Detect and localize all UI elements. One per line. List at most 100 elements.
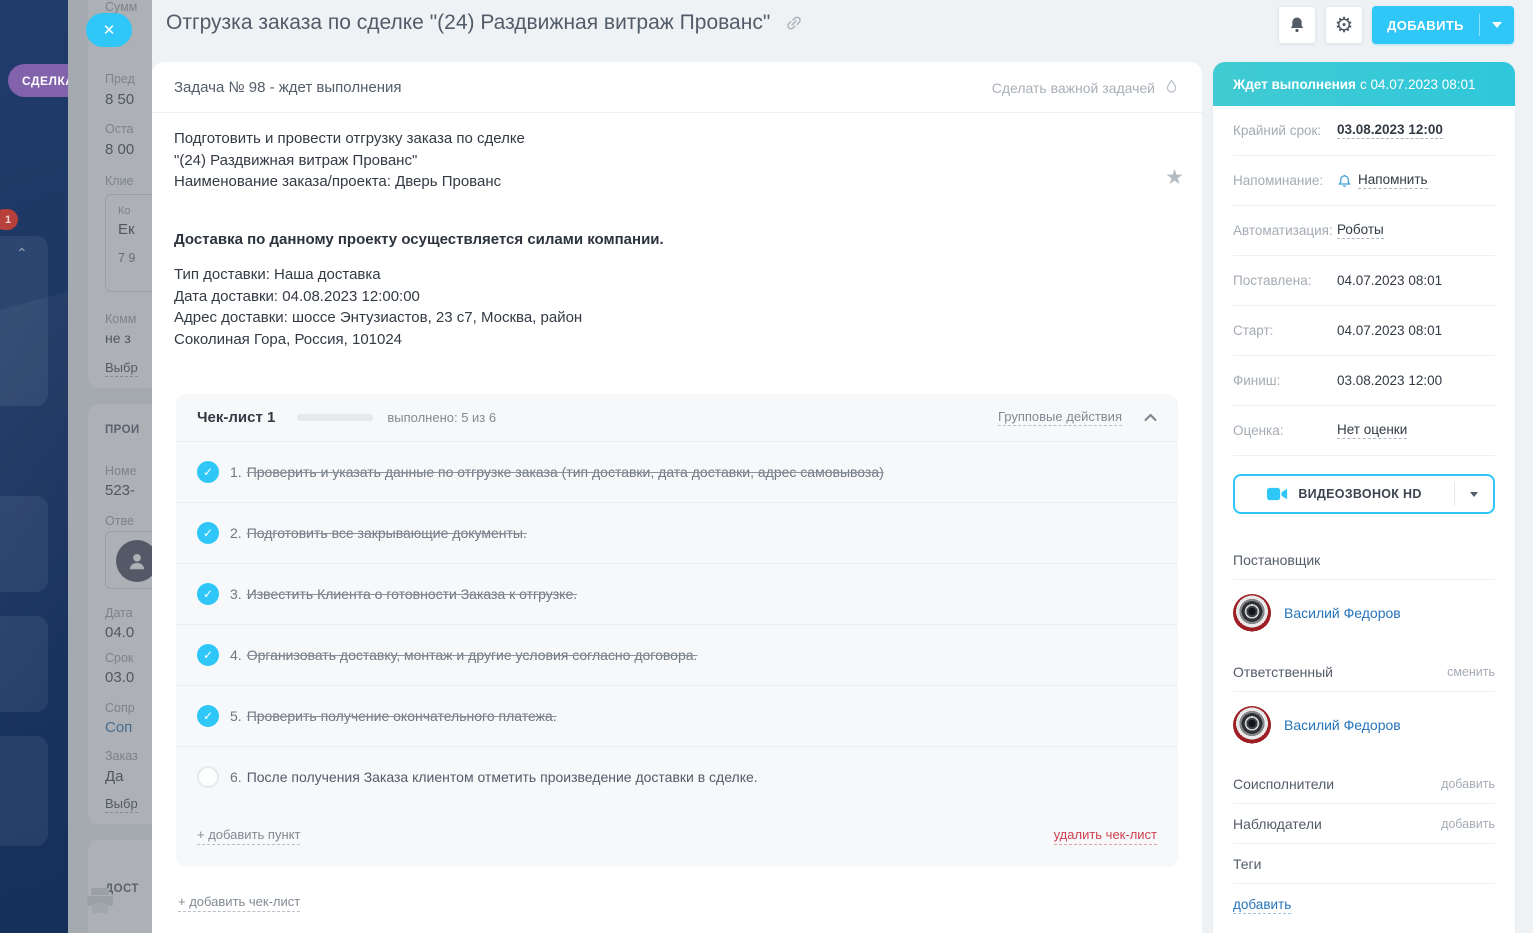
item-text[interactable]: Подготовить все закрывающие документы. <box>247 525 527 541</box>
description-line: Адрес доставки: шоссе Энтузиастов, 23 с7… <box>174 309 583 348</box>
checkbox-unchecked-icon[interactable] <box>197 766 219 788</box>
favorite-star-icon[interactable]: ★ <box>1165 165 1184 190</box>
tags-section-header: Теги <box>1233 844 1495 884</box>
ghost-panel <box>0 736 48 846</box>
chevron-up-icon[interactable]: ⌃ <box>16 245 28 262</box>
video-camera-icon <box>1267 487 1288 501</box>
start-label: Старт: <box>1233 323 1274 338</box>
reminder-value[interactable]: Напомнить <box>1358 172 1428 189</box>
checkbox-checked-icon[interactable]: ✓ <box>197 644 219 666</box>
checklist-item: 6. После получения Заказа клиентом отмет… <box>176 746 1178 807</box>
responsible-name[interactable]: Василий Федоров <box>1284 717 1401 733</box>
people-sections: Постановщик Василий Федоров Ответственны… <box>1213 514 1515 914</box>
chevron-down-icon <box>1470 491 1478 497</box>
video-call-caret[interactable] <box>1455 491 1493 497</box>
checklist-done-count: выполнено: 5 из 6 <box>387 410 497 425</box>
video-call-button[interactable]: ВИДЕОЗВОНОК HD <box>1233 474 1495 514</box>
item-text[interactable]: Проверить получение окончательного плате… <box>247 708 557 724</box>
delete-checklist-link[interactable]: удалить чек-лист <box>1053 827 1157 845</box>
copy-link-icon[interactable] <box>784 13 804 33</box>
item-text[interactable]: Известить Клиента о готовности Заказа к … <box>247 586 577 602</box>
description-line: Подготовить и провести отгрузку заказа п… <box>174 130 525 147</box>
observers-label: Наблюдатели <box>1233 816 1322 832</box>
add-checklist-item-link[interactable]: + добавить пункт <box>197 827 301 845</box>
item-number: 6. <box>230 769 242 785</box>
gear-icon: ⚙ <box>1334 13 1354 37</box>
coexecutors-label: Соисполнители <box>1233 776 1335 792</box>
checklist-collapse-button[interactable] <box>1144 413 1157 422</box>
creator-label: Постановщик <box>1233 552 1321 568</box>
task-card-header: Задача № 98 - ждет выполнения Сделать ва… <box>152 62 1202 113</box>
description-line: Тип доставки: Наша доставка <box>174 266 381 283</box>
checkbox-checked-icon[interactable]: ✓ <box>197 461 219 483</box>
close-slider-button[interactable]: ✕ <box>86 13 132 47</box>
responsible-section-header: Ответственный сменить <box>1233 652 1495 692</box>
responsible-label: Ответственный <box>1233 664 1333 680</box>
creator-name[interactable]: Василий Федоров <box>1284 605 1401 621</box>
automation-row: Автоматизация: Роботы <box>1233 206 1495 256</box>
add-coexecutor-link[interactable]: добавить <box>1441 777 1495 791</box>
item-number: 3. <box>230 586 242 602</box>
task-card: Задача № 98 - ждет выполнения Сделать ва… <box>152 62 1202 933</box>
flame-icon <box>1166 79 1177 93</box>
reminder-label: Напоминание: <box>1233 173 1324 188</box>
ghost-panel <box>0 616 48 712</box>
add-tag-link[interactable]: добавить <box>1233 897 1292 914</box>
checklist-item: ✓ 2. Подготовить все закрывающие докумен… <box>176 502 1178 563</box>
created-label: Поставлена: <box>1233 273 1312 288</box>
item-text[interactable]: Организовать доставку, монтаж и другие у… <box>247 647 698 663</box>
notifications-bell-button[interactable] <box>1278 6 1316 44</box>
checkbox-checked-icon[interactable]: ✓ <box>197 583 219 605</box>
chevron-down-icon <box>1492 22 1502 28</box>
description-line: "(24) Раздвижная витраж Прованс" <box>174 151 418 169</box>
checklist-item: ✓ 4. Организовать доставку, монтаж и дру… <box>176 624 1178 685</box>
item-number: 5. <box>230 708 242 724</box>
add-checklist-link[interactable]: + добавить чек-лист <box>178 894 301 912</box>
start-row: Старт: 04.07.2023 08:01 <box>1233 306 1495 356</box>
title-actions: ⚙ ДОБАВИТЬ <box>1278 6 1514 44</box>
automation-label: Автоматизация: <box>1233 223 1333 238</box>
task-description: Подготовить и провести отгрузку заказа п… <box>152 113 1202 350</box>
automation-value[interactable]: Роботы <box>1337 222 1384 239</box>
item-text[interactable]: После получения Заказа клиентом отметить… <box>247 769 758 785</box>
rating-label: Оценка: <box>1233 423 1284 438</box>
item-text[interactable]: Проверить и указать данные по отгрузке з… <box>247 464 884 480</box>
checklist-header: Чек-лист 1 выполнено: 5 из 6 Групповые д… <box>176 394 1178 441</box>
checklist-progress-bar <box>297 414 374 421</box>
checkbox-checked-icon[interactable]: ✓ <box>197 522 219 544</box>
group-actions-link[interactable]: Групповые действия <box>997 409 1122 426</box>
rating-value[interactable]: Нет оценки <box>1337 422 1408 439</box>
deadline-row: Крайний срок: 03.08.2023 12:00 <box>1233 106 1495 156</box>
task-number-status: Задача № 98 - ждет выполнения <box>174 79 402 96</box>
finish-value: 03.08.2023 12:00 <box>1337 373 1443 388</box>
make-important-button[interactable]: Сделать важной задачей <box>992 78 1180 97</box>
settings-gear-button[interactable]: ⚙ <box>1325 6 1363 44</box>
deal-badge[interactable]: СДЕЛКА <box>8 64 68 97</box>
add-button-label: ДОБАВИТЬ <box>1387 17 1464 33</box>
background-deal-page: Сумм Пред 8 50 Оста 8 00 Клие Ко Ек 7 9 … <box>68 0 152 933</box>
tags-label: Теги <box>1233 856 1262 872</box>
status-text: Ждет выполнения <box>1233 76 1356 92</box>
task-slider: Отгрузка заказа по сделке "(24) Раздвижн… <box>152 0 1533 933</box>
add-observer-link[interactable]: добавить <box>1441 817 1495 831</box>
deadline-value[interactable]: 03.08.2023 12:00 <box>1337 122 1443 139</box>
description-line: Дата доставки: 04.08.2023 12:00:00 <box>174 287 420 305</box>
avatar <box>1233 594 1271 632</box>
deadline-label: Крайний срок: <box>1233 123 1322 138</box>
reminder-row: Напоминание: Напомнить <box>1233 156 1495 206</box>
notification-count-badge: 1 <box>0 209 19 230</box>
add-button[interactable]: ДОБАВИТЬ <box>1372 6 1514 44</box>
item-number: 4. <box>230 647 242 663</box>
page-title: Отгрузка заказа по сделке "(24) Раздвижн… <box>166 11 804 35</box>
checkbox-checked-icon[interactable]: ✓ <box>197 705 219 727</box>
creator-person[interactable]: Василий Федоров <box>1233 580 1495 652</box>
chevron-up-icon <box>1144 413 1157 421</box>
ghost-panel <box>0 496 48 592</box>
responsible-person[interactable]: Василий Федоров <box>1233 692 1495 764</box>
add-button-caret[interactable] <box>1480 22 1514 28</box>
status-since: с 04.07.2023 08:01 <box>1359 76 1476 92</box>
checklist-panel: Чек-лист 1 выполнено: 5 из 6 Групповые д… <box>176 394 1178 867</box>
checklist-item: ✓ 5. Проверить получение окончательного … <box>176 685 1178 746</box>
change-responsible-link[interactable]: сменить <box>1447 665 1495 679</box>
start-value: 04.07.2023 08:01 <box>1337 323 1443 338</box>
